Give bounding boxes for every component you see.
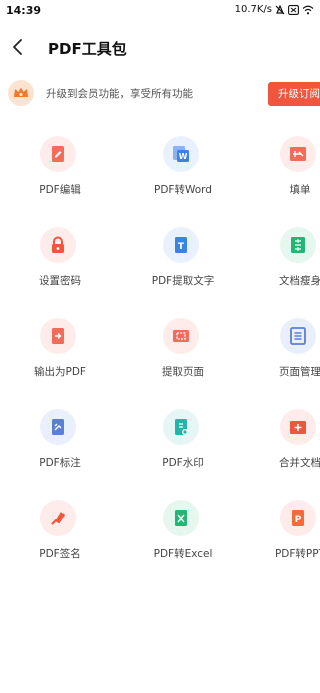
compress-icon [280,227,316,263]
tool-item[interactable]: PDF转Excel [133,486,233,576]
signature-icon [40,500,76,536]
svg-text:T: T [178,242,185,252]
extract-page-icon [163,318,199,354]
tool-item[interactable]: PDF编辑 [10,122,110,212]
tool-label: PDF转PPT [274,548,320,560]
pdf-to-ppt-icon: P [280,500,316,536]
tool-item[interactable]: PDF签名 [10,486,110,576]
tool-label: PDF水印 [162,457,204,469]
tool-label: PDF提取文字 [151,275,215,287]
tool-label: 填单 [289,184,311,196]
watermark-icon [163,409,199,445]
tool-item[interactable]: T PDF提取文字 [133,213,233,303]
banner-text: 升级到会员功能，享受所有功能 [46,88,193,100]
upgrade-button[interactable]: 升级订阅 [268,82,320,106]
status-icons: 10.7K/s [235,4,314,15]
crown-icon [14,87,28,97]
tool-label: 输出为PDF [34,366,86,378]
merge-icon [280,409,316,445]
sim-icon [288,4,299,15]
tool-label: PDF编辑 [39,184,81,196]
tool-label: 设置密码 [39,275,81,287]
svg-text:P: P [295,515,302,525]
lock-icon [40,227,76,263]
pdf-edit-icon [40,136,76,172]
tool-item[interactable]: 文档瘦身 [250,213,320,303]
tool-item[interactable]: PDF标注 [10,395,110,485]
tool-item[interactable]: W PDF转Word [133,122,233,212]
upgrade-banner[interactable]: 升级到会员功能，享受所有功能 升级订阅 [0,76,320,112]
fill-form-icon [280,136,316,172]
annotate-icon [40,409,76,445]
tool-label: PDF转Excel [153,548,213,560]
svg-text:W: W [179,152,188,161]
tool-item[interactable]: PDF水印 [133,395,233,485]
pdf-to-excel-icon [163,500,199,536]
tool-label: PDF转Word [154,184,212,196]
tool-item[interactable]: 设置密码 [10,213,110,303]
tool-item[interactable]: 合并文档 [250,395,320,485]
tool-item[interactable]: 页面管理 [250,304,320,394]
export-pdf-icon [40,318,76,354]
tool-item[interactable]: 填单 [250,122,320,212]
network-speed: 10.7K/s [234,4,272,15]
tool-label: PDF签名 [39,548,81,560]
pdf-to-word-icon: W [163,136,199,172]
tool-label: 文档瘦身 [279,275,320,287]
page-title: PDF工具包 [48,40,127,58]
header: PDF工具包 [0,26,320,70]
mute-icon [275,4,285,14]
tool-item[interactable]: P PDF转PPT [250,486,320,576]
back-icon[interactable] [8,36,28,58]
tool-label: 提取页面 [162,366,204,378]
wifi-icon [302,5,314,14]
crown-badge [8,80,34,106]
tool-item[interactable]: 提取页面 [133,304,233,394]
tool-label: 合并文档 [279,457,320,469]
page-manage-icon [280,318,316,354]
tool-item[interactable]: 输出为PDF [10,304,110,394]
tool-label: PDF标注 [39,457,81,469]
tool-label: 页面管理 [279,366,320,378]
extract-text-icon: T [163,227,199,263]
status-time: 14:39 [6,4,42,17]
status-bar: 14:39 10.7K/s [0,0,320,24]
